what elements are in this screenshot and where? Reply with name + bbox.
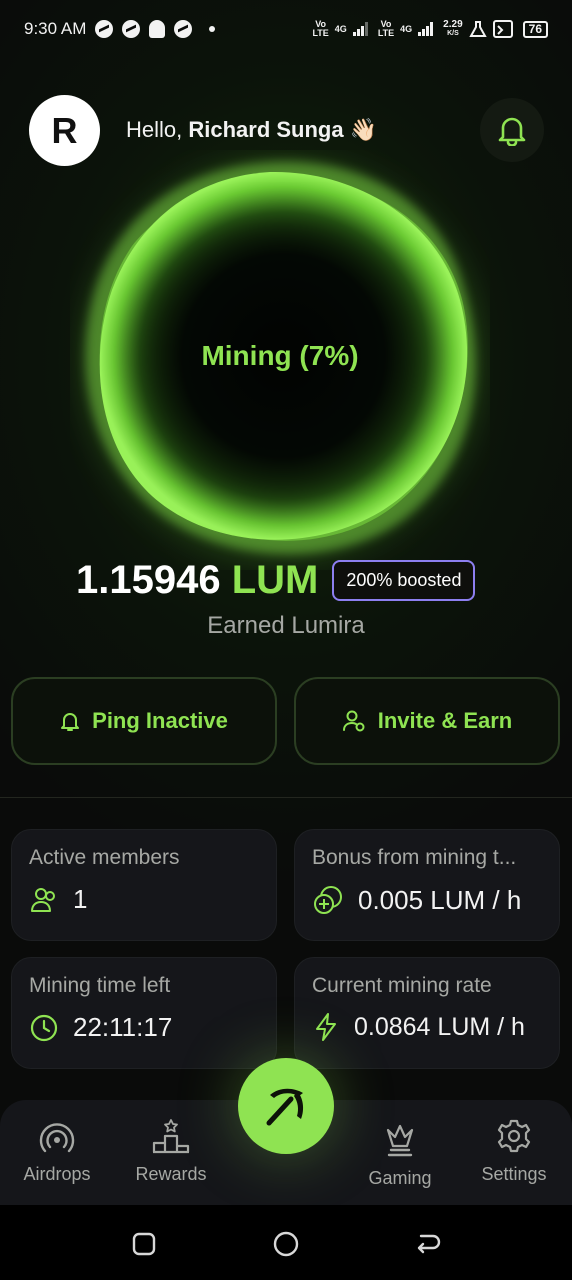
- clock-icon: [30, 1014, 58, 1041]
- recent-apps-icon[interactable]: [129, 1229, 159, 1259]
- mining-rate-title: Current mining rate: [312, 974, 492, 997]
- users-icon: [31, 887, 55, 912]
- invite-label: Invite & Earn: [377, 708, 513, 733]
- bell-icon: [498, 117, 526, 146]
- status-bar: 9:30 AM Vo LTE 4G Vo LTE 4G 2.29 K/S 76: [0, 0, 572, 58]
- active-members-card[interactable]: Active members 1: [11, 829, 277, 941]
- ping-label: Ping Inactive: [92, 708, 228, 733]
- section-divider: [0, 797, 572, 798]
- nav-airdrops[interactable]: Airdrops: [2, 1118, 112, 1185]
- network-speed: 2.29 K/S: [443, 19, 463, 38]
- signal-icon: [352, 22, 368, 36]
- battery-indicator: 76: [522, 20, 548, 38]
- greeting: Hello, Richard Sunga 👋🏻: [126, 117, 378, 142]
- active-members-value: 1: [73, 884, 88, 914]
- boost-badge: 200% boosted: [332, 560, 476, 601]
- gear-icon: [497, 1119, 531, 1153]
- system-navigation-bar: [0, 1205, 572, 1280]
- pickaxe-icon: [266, 1088, 304, 1126]
- mining-status: Mining (7%): [201, 340, 359, 371]
- lightning-icon: [316, 1013, 336, 1041]
- snapchat-icon: [149, 20, 166, 38]
- nav-rewards-label: Rewards: [135, 1164, 207, 1184]
- user-plus-icon: [342, 710, 365, 732]
- active-members-title: Active members: [29, 846, 180, 869]
- nav-gaming[interactable]: Gaming: [345, 1122, 455, 1189]
- mining-time-card[interactable]: Mining time left 22:11:17: [11, 957, 277, 1069]
- mining-time-value: 22:11:17: [73, 1012, 173, 1042]
- bonus-title: Bonus from mining t...: [312, 846, 517, 869]
- mining-time-title: Mining time left: [29, 974, 171, 997]
- nav-settings[interactable]: Settings: [459, 1118, 569, 1185]
- nav-settings-label: Settings: [481, 1164, 547, 1184]
- nav-gaming-label: Gaming: [368, 1168, 432, 1188]
- balance-amount: 1.15946 LUM: [76, 558, 318, 603]
- mining-rate-value: 0.0864 LUM / h: [354, 1012, 525, 1041]
- broadcast-icon: [39, 1123, 75, 1153]
- user-name: Richard Sunga: [188, 117, 344, 142]
- invite-button[interactable]: Invite & Earn: [294, 677, 560, 765]
- chess-queen-icon: [386, 1124, 414, 1157]
- coins-icon: [314, 886, 342, 914]
- ping-button[interactable]: Ping Inactive: [11, 677, 277, 765]
- volte-indicator: Vo LTE: [377, 19, 395, 38]
- back-icon[interactable]: [413, 1229, 443, 1259]
- wave-emoji: 👋🏻: [349, 117, 378, 142]
- balance-row: 1.15946 LUM 200% boosted: [76, 558, 476, 603]
- mining-rate-card[interactable]: Current mining rate 0.0864 LUM / h: [294, 957, 560, 1069]
- mine-button[interactable]: [238, 1058, 334, 1154]
- more-notifications-icon: [209, 26, 216, 32]
- volte-indicator: Vo LTE: [312, 19, 329, 38]
- earned-label: Earned Lumira: [207, 612, 365, 639]
- bonus-card[interactable]: Bonus from mining t... 0.005 LUM / h: [294, 829, 560, 941]
- balance-value: 1.15946: [76, 558, 221, 602]
- balance-unit: LUM: [231, 558, 319, 602]
- network-generation: 4G: [400, 24, 413, 34]
- network-generation: 4G: [334, 24, 347, 34]
- nav-rewards[interactable]: Rewards: [116, 1118, 226, 1185]
- messenger-icon: [95, 20, 114, 38]
- signal-icon: [418, 22, 434, 36]
- hotspot-icon: [492, 20, 513, 38]
- bell-small-icon: [61, 713, 80, 731]
- bonus-value: 0.005 LUM / h: [358, 884, 522, 915]
- vpn-icon: [468, 21, 487, 37]
- home-icon[interactable]: [271, 1229, 301, 1259]
- podium-icon: [152, 1119, 190, 1154]
- nav-airdrops-label: Airdrops: [23, 1164, 91, 1184]
- status-time: 9:30 AM: [24, 19, 87, 38]
- messenger-icon: [174, 20, 193, 38]
- messenger-icon: [122, 20, 141, 38]
